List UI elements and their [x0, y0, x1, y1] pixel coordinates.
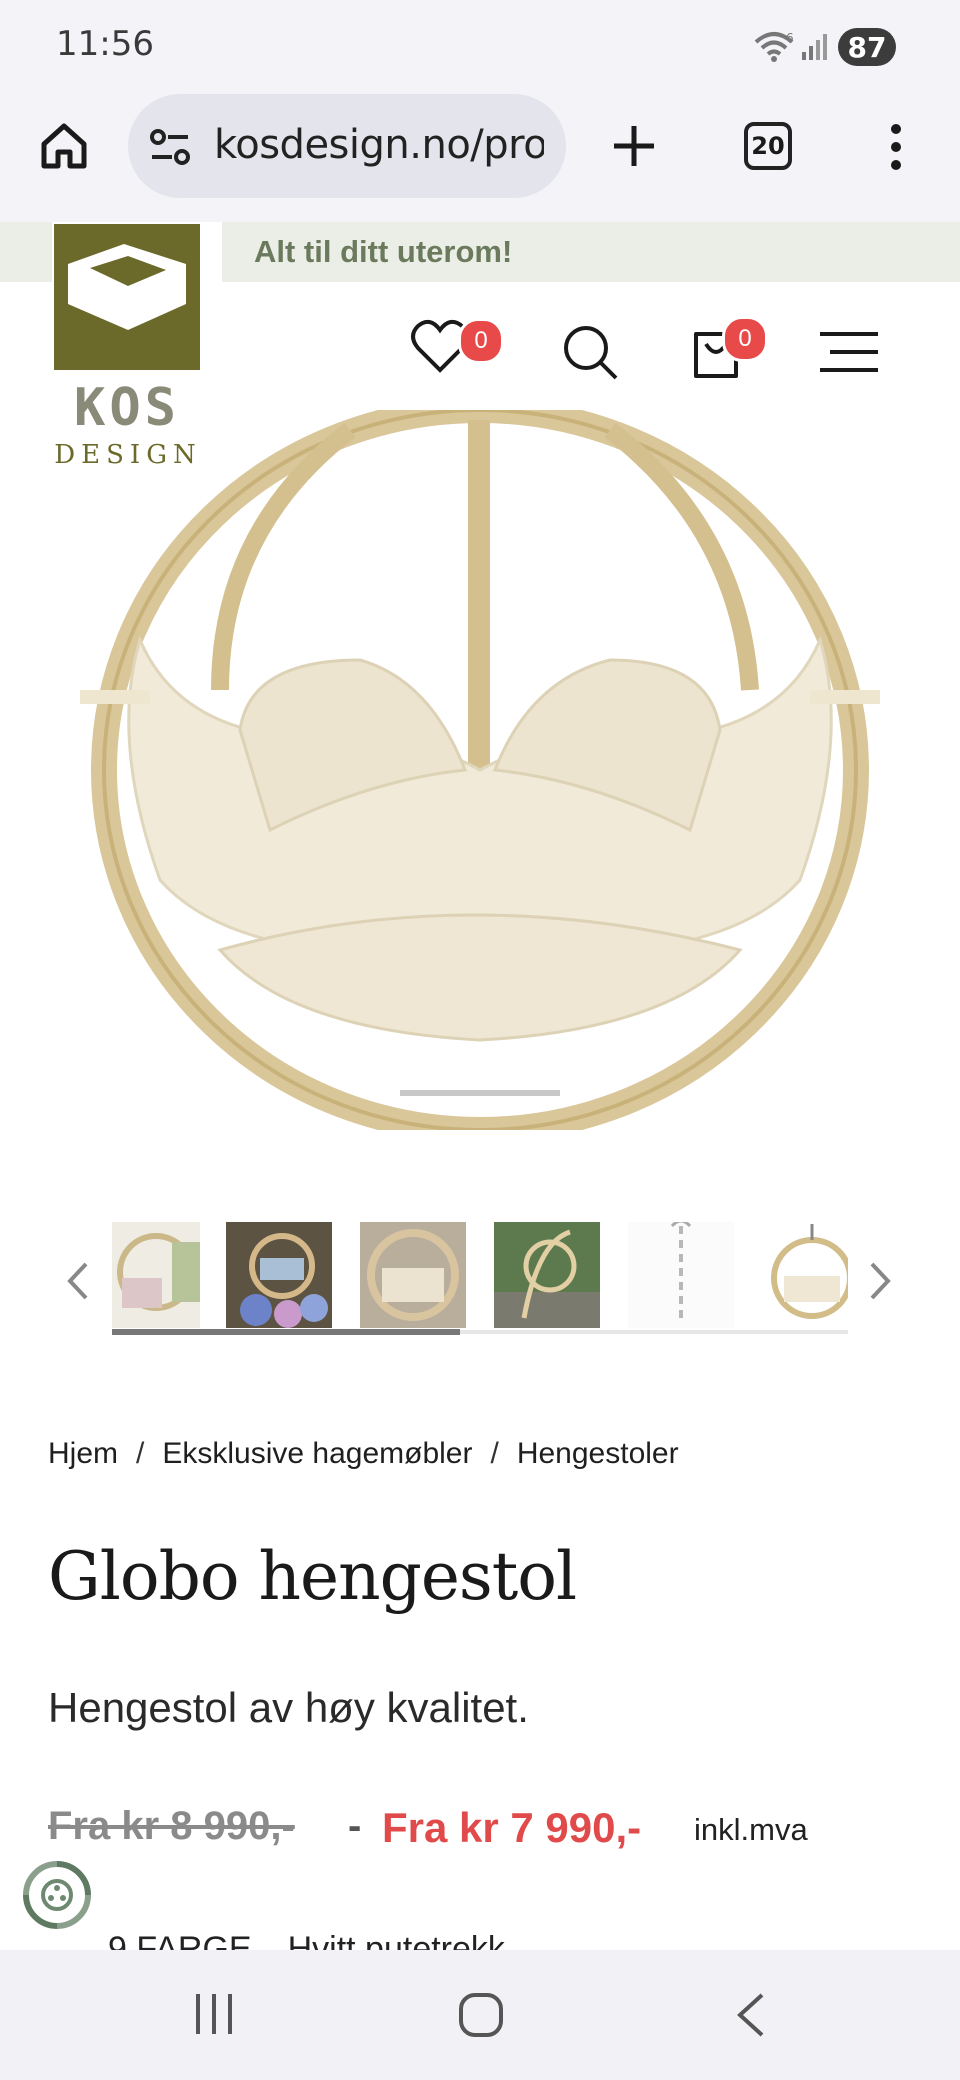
breadcrumb-link-home[interactable]: Hjem	[48, 1437, 118, 1470]
announcement-text: Alt til ditt uterom!	[254, 234, 513, 269]
logo-mark	[54, 224, 200, 370]
cart-count-badge: 0	[722, 316, 768, 362]
breadcrumb-link-category[interactable]: Eksklusive hagemøbler	[162, 1437, 472, 1470]
back-icon[interactable]	[736, 1992, 766, 2043]
color-label: 9 FARGE	[108, 1930, 252, 1950]
price-separator: -	[348, 1804, 362, 1848]
logo-subtext: DESIGN	[54, 440, 202, 470]
wifi-icon: 6	[754, 30, 798, 69]
gallery-next-icon[interactable]	[868, 1260, 892, 1307]
svg-text:6: 6	[786, 31, 794, 45]
product-image[interactable]	[70, 397, 890, 1143]
gallery-thumbnail[interactable]	[226, 1222, 332, 1328]
menu-icon[interactable]	[816, 330, 882, 379]
wishlist-count-badge: 0	[458, 318, 504, 364]
home-icon[interactable]	[38, 120, 90, 177]
color-value: Hvitt putetrekk	[287, 1930, 505, 1950]
url-text[interactable]: kosdesign.no/pro	[214, 122, 544, 168]
breadcrumb-separator: /	[490, 1437, 499, 1470]
new-tab-icon[interactable]	[610, 122, 658, 175]
battery-indicator: 87	[838, 28, 896, 66]
recycle-widget-icon[interactable]	[20, 1858, 94, 1937]
recent-apps-icon[interactable]	[192, 1992, 236, 2041]
home-button-icon[interactable]	[458, 1992, 504, 2043]
signal-icon	[800, 32, 830, 67]
clock: 11:56	[56, 24, 154, 64]
product-title: Globo hengestol	[48, 1538, 577, 1615]
search-icon[interactable]	[560, 322, 620, 387]
gallery-thumbnail[interactable]	[360, 1222, 466, 1328]
gallery-thumbnail[interactable]	[112, 1222, 200, 1328]
color-option-row[interactable]: 9 FARGE Hvitt putetrekk	[108, 1930, 505, 1950]
breadcrumb-separator: /	[136, 1437, 145, 1470]
gallery-prev-icon[interactable]	[66, 1260, 90, 1307]
breadcrumb-link-subcategory[interactable]: Hengestoler	[517, 1437, 679, 1470]
price-original: Fra kr 8 990,-	[48, 1804, 295, 1848]
gallery-thumbnail[interactable]	[762, 1222, 848, 1328]
logo-text: KOS	[74, 378, 180, 438]
product-subtitle: Hengestol av høy kvalitet.	[48, 1684, 529, 1731]
site-logo[interactable]: KOS DESIGN	[52, 222, 222, 472]
breadcrumb: Hjem / Eksklusive hagemøbler / Hengestoler	[48, 1437, 679, 1471]
price-vat-note: inkl.mva	[694, 1812, 808, 1847]
tab-switcher-button[interactable]: 20	[744, 122, 792, 170]
price-sale: Fra kr 7 990,-	[382, 1804, 642, 1851]
site-settings-icon[interactable]	[148, 128, 192, 173]
gallery-thumbnail[interactable]	[494, 1222, 600, 1328]
more-menu-icon[interactable]	[884, 122, 908, 177]
gallery-scrollbar-thumb[interactable]	[112, 1329, 460, 1335]
gallery-thumbnail[interactable]	[628, 1222, 734, 1328]
